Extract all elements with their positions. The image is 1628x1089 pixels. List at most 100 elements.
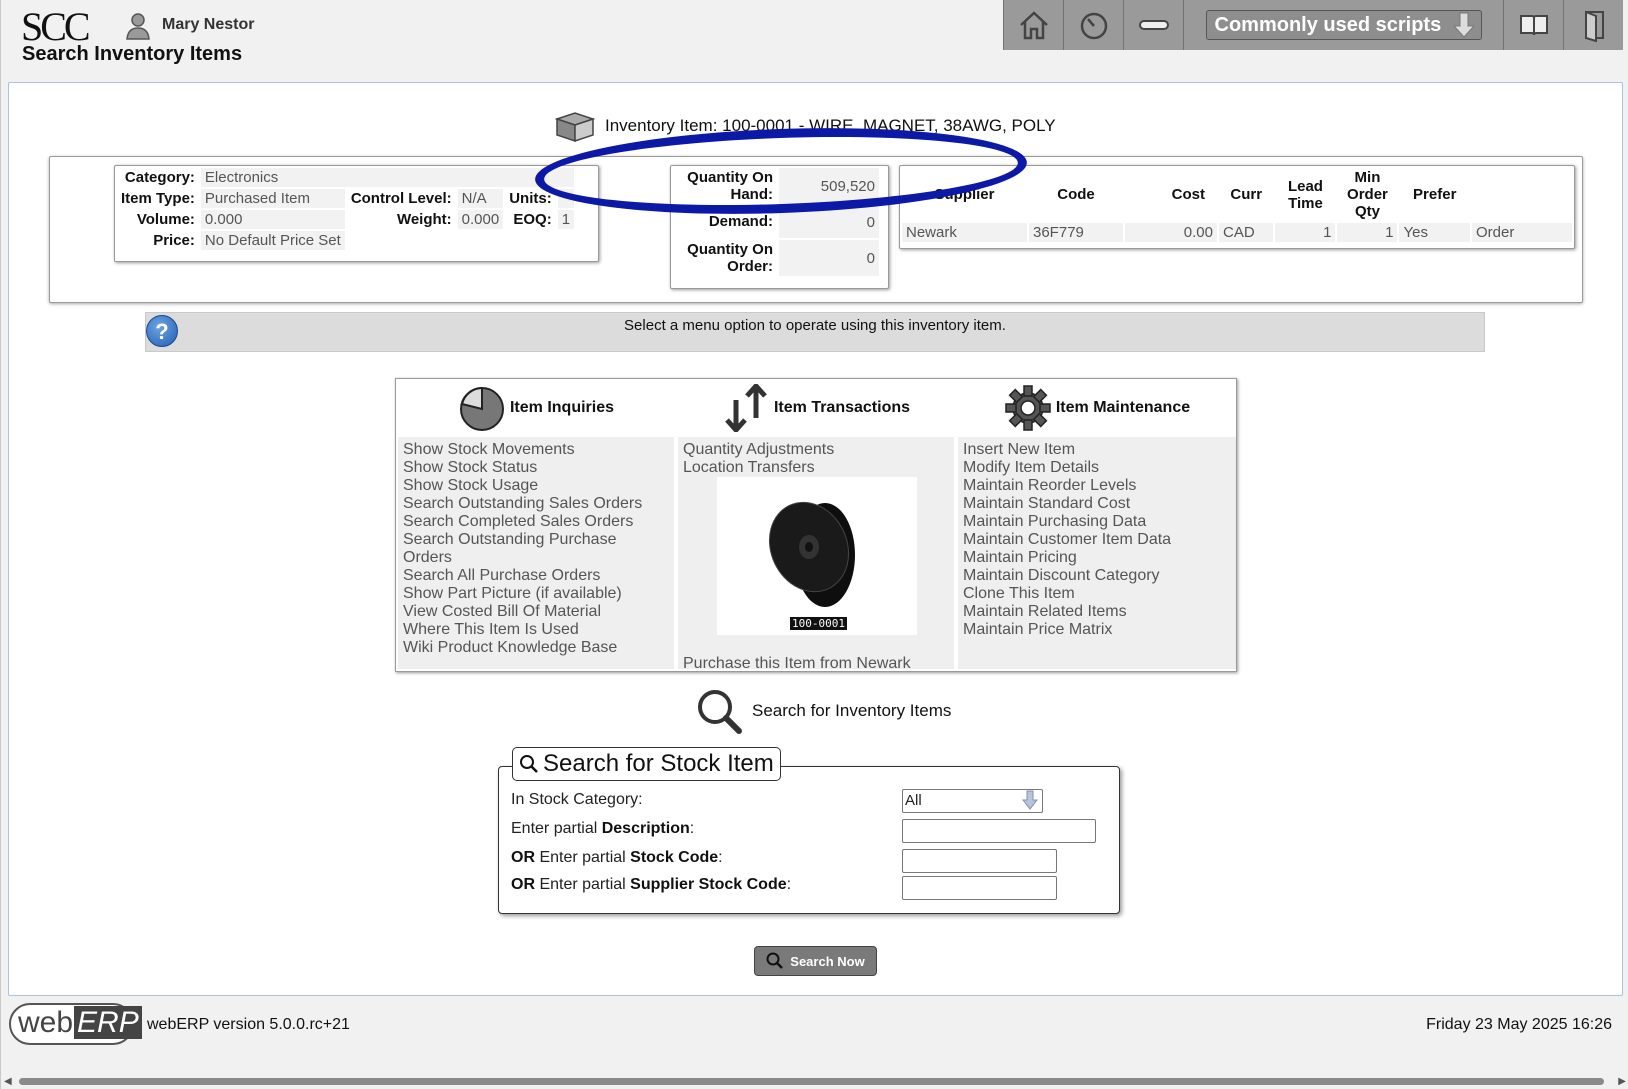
cost-header: Cost bbox=[1171, 186, 1205, 203]
link-show-stock-usage[interactable]: Show Stock Usage bbox=[403, 477, 669, 495]
stock-code-label-or: OR bbox=[511, 849, 535, 866]
curr-header: Curr bbox=[1230, 186, 1263, 203]
scripts-container: Commonly used scripts bbox=[1183, 0, 1503, 50]
link-show-part-picture[interactable]: Show Part Picture (if available) bbox=[403, 585, 669, 603]
magnifier-icon bbox=[698, 690, 742, 734]
link-clone-this-item[interactable]: Clone This Item bbox=[963, 585, 1231, 603]
demand-label: Demand: bbox=[708, 213, 773, 230]
horizontal-scrollbar[interactable]: ◀ ▶ bbox=[1, 1073, 1628, 1089]
link-where-used[interactable]: Where This Item Is Used bbox=[403, 621, 669, 639]
search-now-button[interactable]: Search Now bbox=[754, 946, 877, 976]
arrow-down-icon bbox=[1022, 790, 1038, 810]
scroll-left-arrow-icon[interactable]: ◀ bbox=[4, 1076, 12, 1087]
description-input[interactable] bbox=[902, 819, 1096, 843]
item-properties-table: Category: Electronics Item Type: Purchas… bbox=[114, 165, 599, 262]
inquiries-links: Show Stock Movements Show Stock Status S… bbox=[398, 437, 674, 669]
description-label-colon: : bbox=[689, 820, 695, 837]
units-value bbox=[557, 189, 575, 208]
main-panel: Inventory Item: 100-0001 - WIRE, MAGNET,… bbox=[8, 82, 1623, 996]
link-wiki-knowledge-base[interactable]: Wiki Product Knowledge Base bbox=[403, 639, 669, 657]
search-form: Search for Stock Item In Stock Category:… bbox=[498, 747, 1120, 914]
link-location-transfers[interactable]: Location Transfers bbox=[683, 459, 949, 477]
up-down-arrows-icon bbox=[725, 384, 767, 432]
link-insert-new-item[interactable]: Insert New Item bbox=[963, 441, 1231, 459]
supplier-header: Supplier bbox=[934, 186, 995, 203]
stock-code-label: OR Enter partial Stock Code: bbox=[511, 849, 723, 867]
stock-category-select[interactable]: All bbox=[902, 789, 1043, 813]
link-search-all-purchase-orders[interactable]: Search All Purchase Orders bbox=[403, 567, 669, 585]
part-code-label: 100-0001 bbox=[790, 617, 847, 630]
transactions-column: Item Transactions Quantity Adjustments L… bbox=[676, 379, 956, 672]
search-icon bbox=[520, 755, 538, 773]
control-level-value: N/A bbox=[457, 189, 504, 208]
supplier-prefer: Yes bbox=[1399, 223, 1470, 242]
item-menu: Item Inquiries Show Stock Movements Show… bbox=[395, 378, 1237, 672]
weight-label: Weight: bbox=[396, 211, 452, 228]
commonly-used-scripts-select[interactable]: Commonly used scripts bbox=[1205, 10, 1482, 40]
manual-button[interactable] bbox=[1503, 0, 1563, 50]
link-quantity-adjustments[interactable]: Quantity Adjustments bbox=[683, 441, 949, 459]
transactions-links: Quantity Adjustments Location Transfers … bbox=[678, 437, 954, 672]
code-header: Code bbox=[1057, 186, 1095, 203]
link-maintain-price-matrix[interactable]: Maintain Price Matrix bbox=[963, 621, 1231, 639]
search-heading: Search for Inventory Items bbox=[694, 687, 951, 735]
link-purchase-from-supplier[interactable]: Purchase this Item from Newark bbox=[683, 655, 911, 673]
link-show-stock-movements[interactable]: Show Stock Movements bbox=[403, 441, 669, 459]
link-maintain-reorder-levels[interactable]: Maintain Reorder Levels bbox=[963, 477, 1231, 495]
supplier-stock-code-input[interactable] bbox=[902, 876, 1057, 900]
search-now-label: Search Now bbox=[790, 953, 865, 969]
description-label: Enter partial Description: bbox=[511, 820, 694, 838]
link-search-outstanding-sales-orders[interactable]: Search Outstanding Sales Orders bbox=[403, 495, 669, 513]
supplier-order-link[interactable]: Order bbox=[1472, 223, 1572, 242]
minimize-button[interactable] bbox=[1123, 0, 1183, 50]
link-view-costed-bom[interactable]: View Costed Bill Of Material bbox=[403, 603, 669, 621]
link-search-outstanding-purchase-orders[interactable]: Search Outstanding Purchase Orders bbox=[403, 531, 669, 567]
link-search-completed-sales-orders[interactable]: Search Completed Sales Orders bbox=[403, 513, 669, 531]
weberp-logo[interactable]: web ERP bbox=[9, 1003, 142, 1045]
quantity-on-hand-value: 509,520 bbox=[779, 168, 879, 204]
stock-code-input[interactable] bbox=[902, 849, 1057, 873]
link-maintain-purchasing-data[interactable]: Maintain Purchasing Data bbox=[963, 513, 1231, 531]
user-icon[interactable] bbox=[125, 12, 151, 40]
home-button[interactable] bbox=[1003, 0, 1063, 50]
price-label: Price: bbox=[153, 232, 195, 249]
link-maintain-related-items[interactable]: Maintain Related Items bbox=[963, 603, 1231, 621]
dashboard-button[interactable] bbox=[1063, 0, 1123, 50]
gear-icon bbox=[1005, 385, 1051, 431]
price-value: No Default Price Set bbox=[200, 231, 345, 250]
logout-button[interactable] bbox=[1563, 0, 1623, 50]
supplier-stock-code-label-bold: Supplier Stock Code bbox=[630, 876, 787, 893]
link-maintain-pricing[interactable]: Maintain Pricing bbox=[963, 549, 1231, 567]
stock-code-label-colon: : bbox=[718, 849, 723, 866]
search-form-legend: Search for Stock Item bbox=[512, 747, 781, 781]
scripts-select-label: Commonly used scripts bbox=[1214, 13, 1442, 36]
stock-category-label: In Stock Category: bbox=[511, 791, 643, 808]
link-maintain-standard-cost[interactable]: Maintain Standard Cost bbox=[963, 495, 1231, 513]
eoq-label: EOQ: bbox=[513, 211, 552, 228]
weberp-logo-web: web bbox=[18, 1006, 74, 1039]
gauge-icon bbox=[1080, 12, 1107, 40]
scroll-right-arrow-icon[interactable]: ▶ bbox=[1618, 1076, 1626, 1087]
item-details-box: Category: Electronics Item Type: Purchas… bbox=[49, 156, 1583, 303]
maintenance-column: Item Maintenance Insert New Item Modify … bbox=[956, 379, 1238, 671]
supplier-name: Newark bbox=[902, 223, 1027, 242]
user-name[interactable]: Mary Nestor bbox=[162, 16, 254, 34]
supplier-stock-code-label-colon: : bbox=[786, 876, 792, 893]
link-maintain-discount-category[interactable]: Maintain Discount Category bbox=[963, 567, 1231, 585]
product-picture[interactable]: 100-0001 bbox=[717, 477, 917, 635]
supplier-header-row: Supplier Code Cost Curr Lead Time Min Or… bbox=[902, 168, 1572, 221]
scrollbar-thumb[interactable] bbox=[19, 1078, 1604, 1085]
category-label: Category: bbox=[124, 169, 195, 186]
stock-code-label-bold: Stock Code bbox=[630, 849, 719, 866]
home-icon bbox=[1019, 11, 1048, 40]
stock-code-label-mid: Enter partial bbox=[535, 849, 631, 866]
link-maintain-customer-item-data[interactable]: Maintain Customer Item Data bbox=[963, 531, 1231, 549]
supplier-lead-time: 1 bbox=[1275, 223, 1336, 242]
quantity-on-order-value: 0 bbox=[779, 240, 879, 276]
transactions-header: Item Transactions bbox=[676, 379, 956, 437]
link-show-stock-status[interactable]: Show Stock Status bbox=[403, 459, 669, 477]
supplier-row: Newark 36F779 0.00 CAD 1 1 Yes Order bbox=[902, 223, 1572, 242]
link-modify-item-details[interactable]: Modify Item Details bbox=[963, 459, 1231, 477]
company-logo: SCC bbox=[21, 4, 91, 49]
maintenance-title: Item Maintenance bbox=[1055, 399, 1191, 416]
